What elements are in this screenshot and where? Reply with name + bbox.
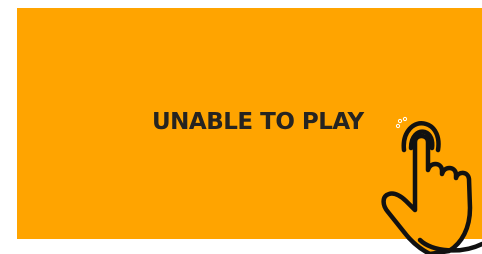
error-message: UNABLE TO PLAY	[152, 109, 364, 135]
media-player: UNABLE TO PLAY	[0, 0, 482, 254]
tap-hand-icon	[381, 116, 482, 254]
